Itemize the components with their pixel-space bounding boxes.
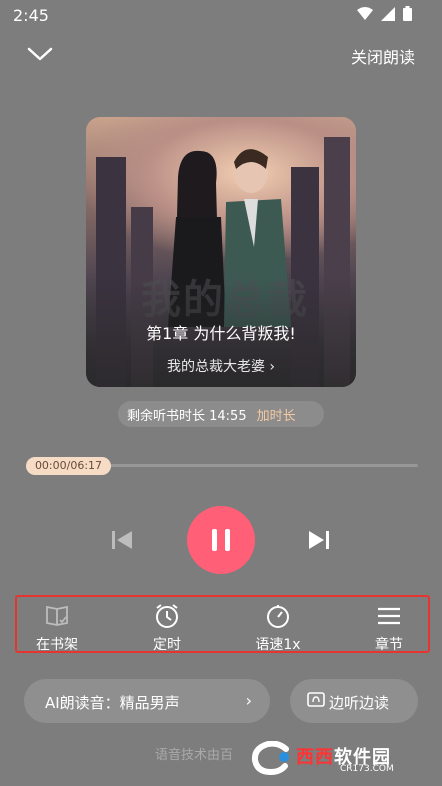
watermark-url: CR173.COM (340, 764, 394, 774)
speed-label: 语速1x (255, 637, 301, 653)
speed-button[interactable]: 语速1x (238, 597, 318, 653)
ai-voice-selector[interactable]: AI朗读音：精品男声 › (24, 679, 270, 723)
ai-voice-label: AI朗读音：精品男声 (45, 694, 180, 712)
add-to-shelf-label: 在书架 (36, 637, 78, 653)
status-time: 2:45 (13, 6, 49, 25)
book-cover: 我的总裁 第1章 为什么背叛我! 我的总裁大老婆 › (86, 117, 356, 387)
bookshelf-icon (46, 605, 68, 626)
chevron-right-icon: › (245, 691, 252, 710)
pause-button[interactable] (187, 506, 255, 574)
book-title-link[interactable]: 我的总裁大老婆 › (86, 356, 356, 376)
wifi-icon (357, 6, 373, 20)
add-time-button[interactable]: 加时长 (257, 405, 296, 424)
alarm-clock-icon (156, 604, 178, 628)
remaining-time-label: 剩余听书时长 14:55 (127, 408, 247, 424)
remaining-time-pill: 剩余听书时长 14:55 加时长 (118, 401, 324, 427)
chapters-button[interactable]: 章节 (349, 597, 429, 653)
timer-label: 定时 (153, 637, 181, 653)
watermark-brand-a: 西西 (296, 747, 334, 768)
close-reading-button[interactable]: 关闭朗读 (351, 44, 415, 68)
signal-icon (381, 6, 395, 21)
timer-button[interactable]: 定时 (127, 597, 207, 653)
listen-and-read-label: 边听边读 (329, 694, 390, 712)
listen-and-read-button[interactable]: 边听边读 (290, 679, 418, 723)
menu-list-icon (378, 607, 400, 625)
tools-highlight-box: 在书架 定时 语速1x 章节 (15, 595, 430, 653)
pause-icon (212, 529, 230, 551)
watermark-c-icon (251, 741, 289, 775)
read-along-icon (307, 692, 325, 707)
speech-tech-note: 语音技术由百 (155, 748, 234, 763)
chapters-label: 章节 (375, 637, 403, 653)
previous-chapter-icon[interactable] (109, 527, 135, 553)
add-to-shelf-button[interactable]: 在书架 (17, 597, 97, 653)
watermark-logo: 西西软件园 CR173.COM (244, 738, 426, 778)
status-icons (357, 6, 412, 21)
chapter-title: 第1章 为什么背叛我! (146, 324, 296, 343)
collapse-chevron-icon[interactable] (26, 44, 54, 64)
progress-time-thumb[interactable]: 00:00/06:17 (26, 457, 111, 475)
speedometer-icon (267, 605, 289, 628)
status-bar: 2:45 (0, 0, 442, 30)
battery-icon (403, 6, 412, 21)
next-chapter-icon[interactable] (306, 527, 332, 553)
